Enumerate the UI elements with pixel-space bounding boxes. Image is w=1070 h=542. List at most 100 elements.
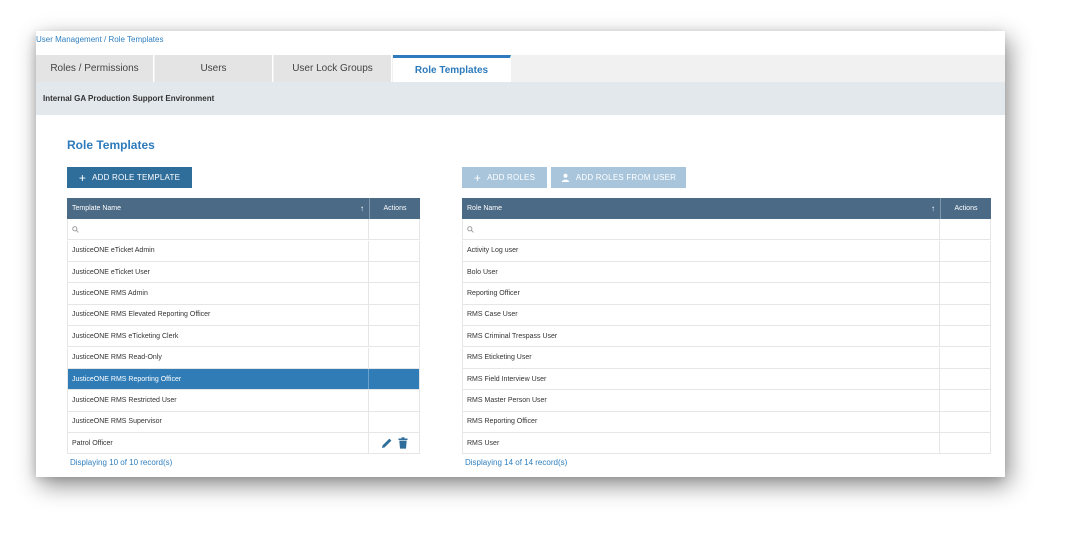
row-name-cell: RMS User	[463, 433, 941, 454]
row-name-cell: JusticeONE RMS Read-Only	[68, 347, 370, 368]
row-actions-cell	[940, 348, 990, 368]
environment-label: Internal GA Production Support Environme…	[43, 94, 215, 103]
add-role-template-button[interactable]: + ADD ROLE TEMPLATE	[67, 167, 192, 188]
templates-search-input[interactable]	[68, 219, 370, 240]
templates-record-count: Displaying 10 of 10 record(s)	[70, 458, 173, 467]
row-actions-cell	[369, 433, 419, 453]
breadcrumb[interactable]: User Management / Role Templates	[36, 35, 163, 44]
user-icon	[561, 172, 570, 184]
table-row[interactable]: RMS User	[462, 433, 991, 455]
row-name-cell: JusticeONE RMS Reporting Officer	[68, 368, 370, 390]
role-name-column-header[interactable]: Role Name ↑	[462, 198, 941, 219]
tab-user-lock-groups[interactable]: User Lock Groups	[274, 55, 392, 82]
template-name-header-label: Template Name	[72, 205, 122, 212]
table-row[interactable]: JusticeONE RMS eTicketing Clerk	[67, 326, 420, 348]
table-row[interactable]: Reporting Officer	[462, 283, 991, 305]
row-name-cell: RMS Field Interview User	[463, 368, 941, 390]
plus-icon: +	[473, 170, 482, 185]
row-name-cell: Reporting Officer	[463, 283, 941, 304]
template-actions-column-header: Actions	[383, 205, 407, 212]
row-actions-cell	[369, 305, 419, 325]
roles-record-count: Displaying 14 of 14 record(s)	[465, 458, 568, 467]
row-name-cell: RMS Reporting Officer	[463, 411, 941, 433]
template-name-column-header[interactable]: Template Name ↑	[67, 198, 370, 219]
add-roles-from-user-button[interactable]: ADD ROLES FROM USER	[551, 167, 686, 188]
row-name-cell: RMS Case User	[463, 304, 941, 326]
row-actions-cell	[940, 326, 990, 346]
row-actions-cell	[369, 369, 419, 389]
row-name-cell: JusticeONE eTicket Admin	[68, 240, 370, 261]
row-name-cell: JusticeONE RMS Supervisor	[68, 411, 370, 433]
plus-icon: +	[78, 170, 87, 185]
row-name-cell: Patrol Officer	[68, 433, 370, 454]
add-roles-label: ADD ROLES	[487, 173, 536, 182]
table-row[interactable]: RMS Case User	[462, 304, 991, 327]
tab-role-templates[interactable]: Role Templates	[393, 55, 511, 82]
row-name-cell: JusticeONE RMS Admin	[68, 283, 370, 304]
row-name-cell: RMS Master Person User	[463, 390, 941, 411]
table-row[interactable]: Bolo User	[462, 261, 991, 284]
table-row[interactable]: JusticeONE RMS Elevated Reporting Office…	[67, 304, 420, 327]
row-actions-cell	[940, 283, 990, 303]
row-actions-cell	[940, 305, 990, 325]
table-row[interactable]: JusticeONE eTicket User	[67, 261, 420, 284]
roles-search-input[interactable]	[463, 219, 941, 240]
search-icon	[72, 225, 79, 233]
templates-filter-row	[67, 219, 420, 241]
role-actions-column-header: Actions	[954, 205, 978, 212]
tab-roles-permissions[interactable]: Roles / Permissions	[36, 55, 154, 82]
row-actions-cell	[940, 241, 990, 261]
row-actions-cell	[369, 262, 419, 282]
row-name-cell: JusticeONE RMS Elevated Reporting Office…	[68, 304, 370, 326]
table-row[interactable]: JusticeONE eTicket Admin	[67, 240, 420, 262]
roles-grid-header: Role Name ↑ Actions	[462, 198, 991, 219]
add-roles-button[interactable]: + ADD ROLES	[462, 167, 547, 188]
table-row[interactable]: Patrol Officer	[67, 433, 420, 455]
row-name-cell: RMS Eticketing User	[463, 347, 941, 368]
page-title: Role Templates	[67, 138, 155, 152]
roles-filter-actions-cell	[940, 219, 990, 239]
trash-icon[interactable]	[398, 437, 408, 449]
pencil-icon[interactable]	[381, 437, 393, 449]
arrow-up-icon: ↑	[931, 204, 935, 213]
row-name-cell: JusticeONE RMS Restricted User	[68, 390, 370, 411]
templates-filter-actions-cell	[369, 219, 419, 239]
row-actions-cell	[369, 283, 419, 303]
environment-bar: Internal GA Production Support Environme…	[36, 82, 1005, 115]
arrow-up-icon: ↑	[360, 204, 364, 213]
templates-grid-header: Template Name ↑ Actions	[67, 198, 420, 219]
table-row[interactable]: Activity Log user	[462, 240, 991, 262]
tab-strip: Roles / Permissions Users User Lock Grou…	[36, 55, 1005, 82]
table-row[interactable]: RMS Field Interview User	[462, 368, 991, 391]
row-actions-cell	[369, 412, 419, 432]
table-row[interactable]: JusticeONE RMS Restricted User	[67, 390, 420, 412]
table-row[interactable]: RMS Reporting Officer	[462, 411, 991, 434]
row-name-cell: Activity Log user	[463, 240, 941, 261]
table-row[interactable]: JusticeONE RMS Reporting Officer	[67, 368, 420, 391]
row-actions-cell	[940, 433, 990, 453]
row-actions-cell	[940, 369, 990, 389]
search-icon	[467, 225, 474, 233]
table-row[interactable]: RMS Master Person User	[462, 390, 991, 412]
table-row[interactable]: RMS Eticketing User	[462, 347, 991, 369]
table-row[interactable]: JusticeONE RMS Read-Only	[67, 347, 420, 369]
row-actions-cell	[940, 390, 990, 410]
table-row[interactable]: RMS Criminal Trespass User	[462, 326, 991, 348]
row-actions-cell	[940, 412, 990, 432]
table-row[interactable]: JusticeONE RMS Supervisor	[67, 411, 420, 434]
row-actions-cell	[940, 262, 990, 282]
row-actions-cell	[369, 241, 419, 261]
table-row[interactable]: JusticeONE RMS Admin	[67, 283, 420, 305]
add-role-template-label: ADD ROLE TEMPLATE	[92, 173, 181, 182]
row-name-cell: JusticeONE eTicket User	[68, 261, 370, 283]
row-actions-cell	[369, 348, 419, 368]
row-name-cell: RMS Criminal Trespass User	[463, 326, 941, 347]
add-roles-from-user-label: ADD ROLES FROM USER	[575, 173, 677, 182]
app-window: User Management / Role Templates Roles /…	[36, 31, 1005, 477]
row-name-cell: Bolo User	[463, 261, 941, 283]
row-name-cell: JusticeONE RMS eTicketing Clerk	[68, 326, 370, 347]
row-actions-cell	[369, 390, 419, 410]
roles-filter-row	[462, 219, 991, 241]
tab-users[interactable]: Users	[155, 55, 273, 82]
row-actions-cell	[369, 326, 419, 346]
